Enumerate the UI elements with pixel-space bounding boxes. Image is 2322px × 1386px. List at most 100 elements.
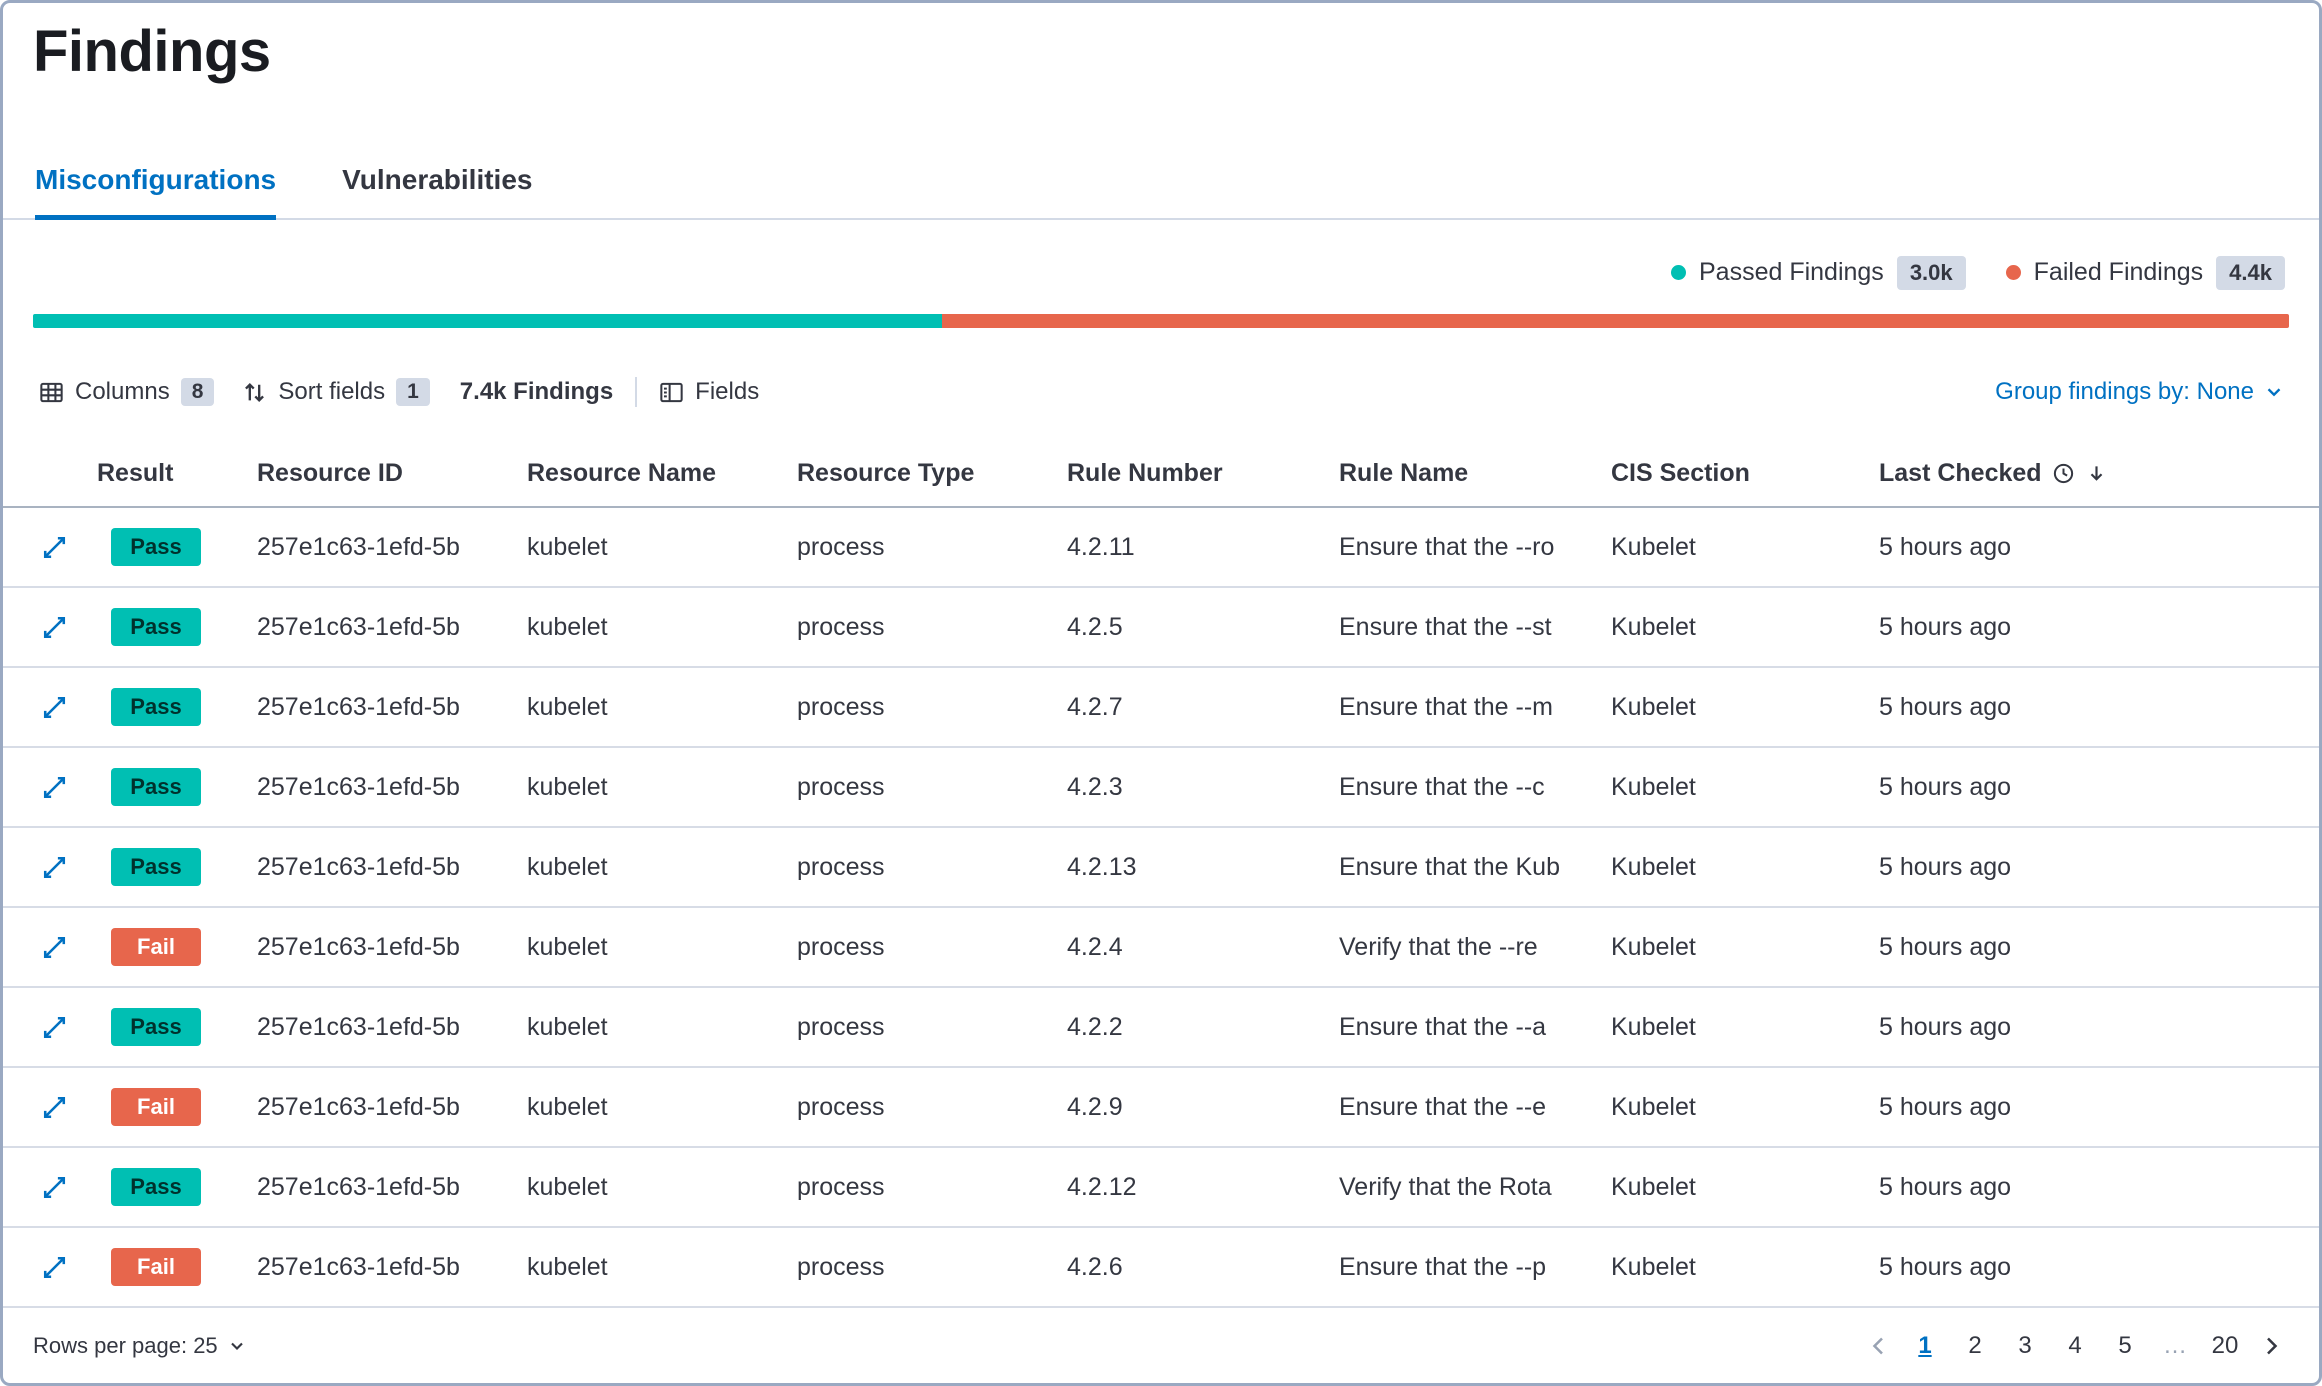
resource-name-cell: kubelet <box>527 773 797 802</box>
result-badge: Pass <box>111 608 201 646</box>
pagination-page-1[interactable]: 1 <box>1903 1324 1947 1368</box>
pagination-page-3[interactable]: 3 <box>2003 1324 2047 1368</box>
header-resource-id[interactable]: Resource ID <box>257 459 527 488</box>
resource-id-cell: 257e1c63-1efd-5b <box>257 933 527 962</box>
cis-section-cell: Kubelet <box>1611 1013 1879 1042</box>
resource-name-cell: kubelet <box>527 1093 797 1122</box>
result-cell: Pass <box>97 848 257 886</box>
findings-legend: Passed Findings 3.0k Failed Findings 4.4… <box>3 256 2319 290</box>
resource-id-cell: 257e1c63-1efd-5b <box>257 853 527 882</box>
resource-type-cell: process <box>797 1173 1067 1202</box>
pagination-pages: 12345…20 <box>1903 1324 2247 1368</box>
expand-cell <box>33 534 97 561</box>
rows-per-page-button[interactable]: Rows per page: 25 <box>33 1333 247 1359</box>
resource-id-cell: 257e1c63-1efd-5b <box>257 773 527 802</box>
pagination-previous-button[interactable] <box>1861 1328 1897 1364</box>
expand-row-button[interactable] <box>33 614 68 641</box>
rows-per-page-label: Rows per page: 25 <box>33 1333 218 1359</box>
failed-dot-icon <box>2006 265 2021 280</box>
cis-section-cell: Kubelet <box>1611 693 1879 722</box>
tab-vulnerabilities[interactable]: Vulnerabilities <box>342 164 532 218</box>
rule-name-cell: Verify that the Rota <box>1339 1173 1611 1202</box>
expand-row-button[interactable] <box>33 1014 68 1041</box>
pagination: 12345…20 <box>1861 1324 2289 1368</box>
sort-arrows-icon <box>242 380 267 405</box>
expand-row-button[interactable] <box>33 534 68 561</box>
resource-id-cell: 257e1c63-1efd-5b <box>257 533 527 562</box>
cis-section-cell: Kubelet <box>1611 533 1879 562</box>
table-row: Pass 257e1c63-1efd-5b kubelet process 4.… <box>3 1148 2319 1228</box>
header-resource-name[interactable]: Resource Name <box>527 459 797 488</box>
cis-section-cell: Kubelet <box>1611 853 1879 882</box>
table-row: Pass 257e1c63-1efd-5b kubelet process 4.… <box>3 508 2319 588</box>
result-badge: Pass <box>111 848 201 886</box>
header-rule-name[interactable]: Rule Name <box>1339 459 1611 488</box>
expand-row-button[interactable] <box>33 854 68 881</box>
passed-findings-label: Passed Findings <box>1699 258 1884 287</box>
sort-fields-button[interactable]: Sort fields 1 <box>242 378 429 406</box>
rule-name-cell: Ensure that the --ro <box>1339 533 1611 562</box>
resource-type-cell: process <box>797 1093 1067 1122</box>
rule-number-cell: 4.2.4 <box>1067 933 1339 962</box>
result-badge: Pass <box>111 1008 201 1046</box>
pagination-page-20[interactable]: 20 <box>2203 1324 2247 1368</box>
chevron-right-icon <box>2259 1334 2283 1358</box>
expand-row-button[interactable] <box>33 1174 68 1201</box>
table-toolbar: Columns 8 Sort fields 1 7.4k Findings <box>3 370 2319 413</box>
result-badge: Pass <box>111 688 201 726</box>
header-rule-number[interactable]: Rule Number <box>1067 459 1339 488</box>
table-row: Pass 257e1c63-1efd-5b kubelet process 4.… <box>3 668 2319 748</box>
last-checked-cell: 5 hours ago <box>1879 1013 2289 1042</box>
sort-desc-arrow-icon <box>2085 462 2108 485</box>
cis-section-cell: Kubelet <box>1611 773 1879 802</box>
expand-cell <box>33 614 97 641</box>
rule-name-cell: Ensure that the Kub <box>1339 853 1611 882</box>
expand-row-button[interactable] <box>33 694 68 721</box>
result-cell: Fail <box>97 928 257 966</box>
expand-cell <box>33 934 97 961</box>
expand-row-button[interactable] <box>33 934 68 961</box>
passed-findings-count: 3.0k <box>1897 256 1966 290</box>
result-badge: Pass <box>111 528 201 566</box>
columns-button[interactable]: Columns 8 <box>39 378 214 406</box>
pagination-page-2[interactable]: 2 <box>1953 1324 1997 1368</box>
tab-misconfigurations[interactable]: Misconfigurations <box>35 164 276 218</box>
chevron-down-icon <box>2263 381 2285 403</box>
rule-number-cell: 4.2.2 <box>1067 1013 1339 1042</box>
table-row: Fail 257e1c63-1efd-5b kubelet process 4.… <box>3 1228 2319 1308</box>
failed-findings-count: 4.4k <box>2216 256 2285 290</box>
header-last-checked[interactable]: Last Checked <box>1879 459 2289 488</box>
pagination-next-button[interactable] <box>2253 1328 2289 1364</box>
rule-number-cell: 4.2.7 <box>1067 693 1339 722</box>
fields-button[interactable]: Fields <box>659 378 759 406</box>
expand-row-button[interactable] <box>33 1094 68 1121</box>
table-row: Fail 257e1c63-1efd-5b kubelet process 4.… <box>3 1068 2319 1148</box>
expand-row-button[interactable] <box>33 774 68 801</box>
page-title: Findings <box>3 3 2319 86</box>
expand-cell <box>33 1014 97 1041</box>
rule-number-cell: 4.2.6 <box>1067 1253 1339 1282</box>
chevron-left-icon <box>1867 1334 1891 1358</box>
cis-section-cell: Kubelet <box>1611 1093 1879 1122</box>
resource-id-cell: 257e1c63-1efd-5b <box>257 1093 527 1122</box>
resource-type-cell: process <box>797 613 1067 642</box>
cis-section-cell: Kubelet <box>1611 933 1879 962</box>
header-result[interactable]: Result <box>97 459 257 488</box>
rule-name-cell: Ensure that the --m <box>1339 693 1611 722</box>
group-findings-by-label: Group findings by: None <box>1995 378 2254 406</box>
expand-row-button[interactable] <box>33 1254 68 1281</box>
failed-bar-segment <box>942 314 2289 329</box>
header-resource-type[interactable]: Resource Type <box>797 459 1067 488</box>
pagination-page-4[interactable]: 4 <box>2053 1324 2097 1368</box>
header-cis-section[interactable]: CIS Section <box>1611 459 1879 488</box>
result-cell: Pass <box>97 608 257 646</box>
result-badge: Fail <box>111 928 201 966</box>
findings-total-count: 7.4k Findings <box>460 378 613 406</box>
result-cell: Pass <box>97 1008 257 1046</box>
table-footer: Rows per page: 25 12345…20 <box>3 1308 2319 1383</box>
last-checked-cell: 5 hours ago <box>1879 773 2289 802</box>
pagination-page-5[interactable]: 5 <box>2103 1324 2147 1368</box>
last-checked-cell: 5 hours ago <box>1879 613 2289 642</box>
rule-name-cell: Ensure that the --e <box>1339 1093 1611 1122</box>
group-findings-by-button[interactable]: Group findings by: None <box>1995 378 2285 406</box>
